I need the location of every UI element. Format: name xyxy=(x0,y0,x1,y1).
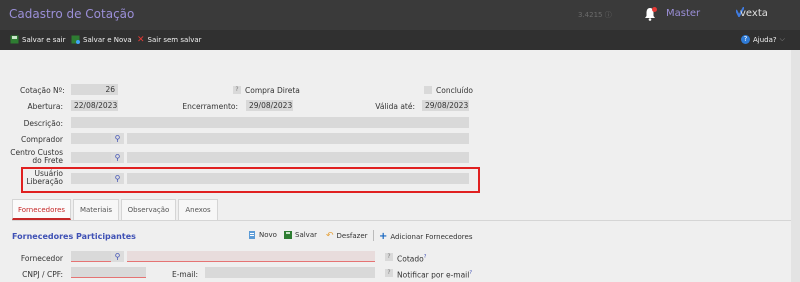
form-area xyxy=(0,50,791,282)
cotacao-number-field[interactable]: 26 xyxy=(71,84,118,95)
scrollbar[interactable] xyxy=(791,50,800,282)
save-new-icon xyxy=(71,35,80,44)
version-label: 3.4215 ⓘ xyxy=(578,11,612,19)
notificar-label: Notificar por e-mail? xyxy=(397,270,472,280)
toolbar: Salvar e sair Salvar e Nova ✕ Sair sem s… xyxy=(0,30,800,50)
save-icon xyxy=(284,231,292,239)
section-title: Fornecedores Participantes xyxy=(12,232,136,241)
encerramento-label: Encerramento: xyxy=(182,102,238,111)
comprador-name-field[interactable] xyxy=(127,133,469,144)
desfazer-button[interactable]: ↶ Desfazer xyxy=(326,231,368,241)
exit-without-save-button[interactable]: ✕ Sair sem salvar xyxy=(137,35,202,45)
help-icon: ? xyxy=(741,35,750,44)
tab-materiais[interactable]: Materiais xyxy=(73,199,119,220)
encerramento-date-field[interactable]: 29/08/2023 xyxy=(246,100,293,111)
salvar-button[interactable]: Salvar xyxy=(284,231,317,239)
fornecedor-code-field[interactable] xyxy=(71,251,111,262)
search-icon[interactable]: ⚲ xyxy=(111,152,124,163)
email-label: E-mail: xyxy=(171,270,198,279)
close-icon: ✕ xyxy=(137,35,145,45)
save-icon xyxy=(10,35,19,44)
abertura-date-field[interactable]: 22/08/2023 xyxy=(71,100,118,111)
comprador-label: Comprador xyxy=(20,135,63,144)
search-icon[interactable]: ⚲ xyxy=(111,133,124,144)
cotado-label: Cotado? xyxy=(397,254,427,264)
abertura-label: Abertura: xyxy=(27,102,64,111)
help-button[interactable]: ? Ajuda? ⌵ xyxy=(741,35,785,44)
toolbar-divider xyxy=(373,230,374,241)
chevron-down-icon: ⌵ xyxy=(779,35,785,43)
app-title: Cadastro de Cotação xyxy=(9,7,135,21)
comprador-code-field[interactable] xyxy=(71,133,111,144)
plus-icon: + xyxy=(379,231,388,242)
valida-ate-date-field[interactable]: 29/08/2023 xyxy=(422,100,469,111)
adicionar-fornecedores-button[interactable]: + Adicionar Fornecedores xyxy=(379,231,472,242)
novo-button[interactable]: Novo xyxy=(248,231,277,239)
notification-badge xyxy=(652,7,657,12)
descricao-input[interactable] xyxy=(71,117,469,128)
cnpj-field[interactable] xyxy=(71,267,146,278)
valida-ate-label: Válida até: xyxy=(375,102,415,111)
tab-fornecedores[interactable]: Fornecedores xyxy=(12,199,71,220)
title-bar: Cadastro de Cotação 3.4215 ⓘ Master vext… xyxy=(0,0,800,30)
tab-divider xyxy=(12,220,791,221)
save-new-button[interactable]: Salvar e Nova xyxy=(71,35,132,44)
help-icon: ? xyxy=(385,269,393,277)
new-document-icon xyxy=(249,231,255,239)
brand-name: vexta xyxy=(740,8,768,19)
fornecedor-label: Fornecedor xyxy=(20,254,63,263)
fornecedor-name-field[interactable] xyxy=(127,251,375,262)
help-icon: ? xyxy=(385,253,393,261)
highlight-box xyxy=(21,167,480,193)
concluido-checkbox[interactable] xyxy=(424,86,432,94)
search-icon[interactable]: ⚲ xyxy=(111,251,124,262)
concluido-label: Concluído xyxy=(436,86,473,95)
centro-custos-code-field[interactable] xyxy=(71,152,111,163)
descricao-label: Descrição: xyxy=(23,119,63,128)
tab-observacao[interactable]: Observação xyxy=(121,199,176,220)
centro-custos-label: Centro Custos do Frete xyxy=(10,148,63,165)
undo-icon: ↶ xyxy=(326,231,334,241)
cotacao-label: Cotação Nº: xyxy=(20,86,65,95)
centro-custos-name-field[interactable] xyxy=(127,152,469,163)
cnpj-label: CNPJ / CPF: xyxy=(22,270,63,279)
tab-anexos[interactable]: Anexos xyxy=(178,199,218,220)
compra-direta-label: Compra Direta xyxy=(245,86,300,95)
email-field[interactable] xyxy=(205,267,375,278)
save-exit-button[interactable]: Salvar e sair xyxy=(10,35,66,44)
user-name[interactable]: Master xyxy=(666,8,700,19)
